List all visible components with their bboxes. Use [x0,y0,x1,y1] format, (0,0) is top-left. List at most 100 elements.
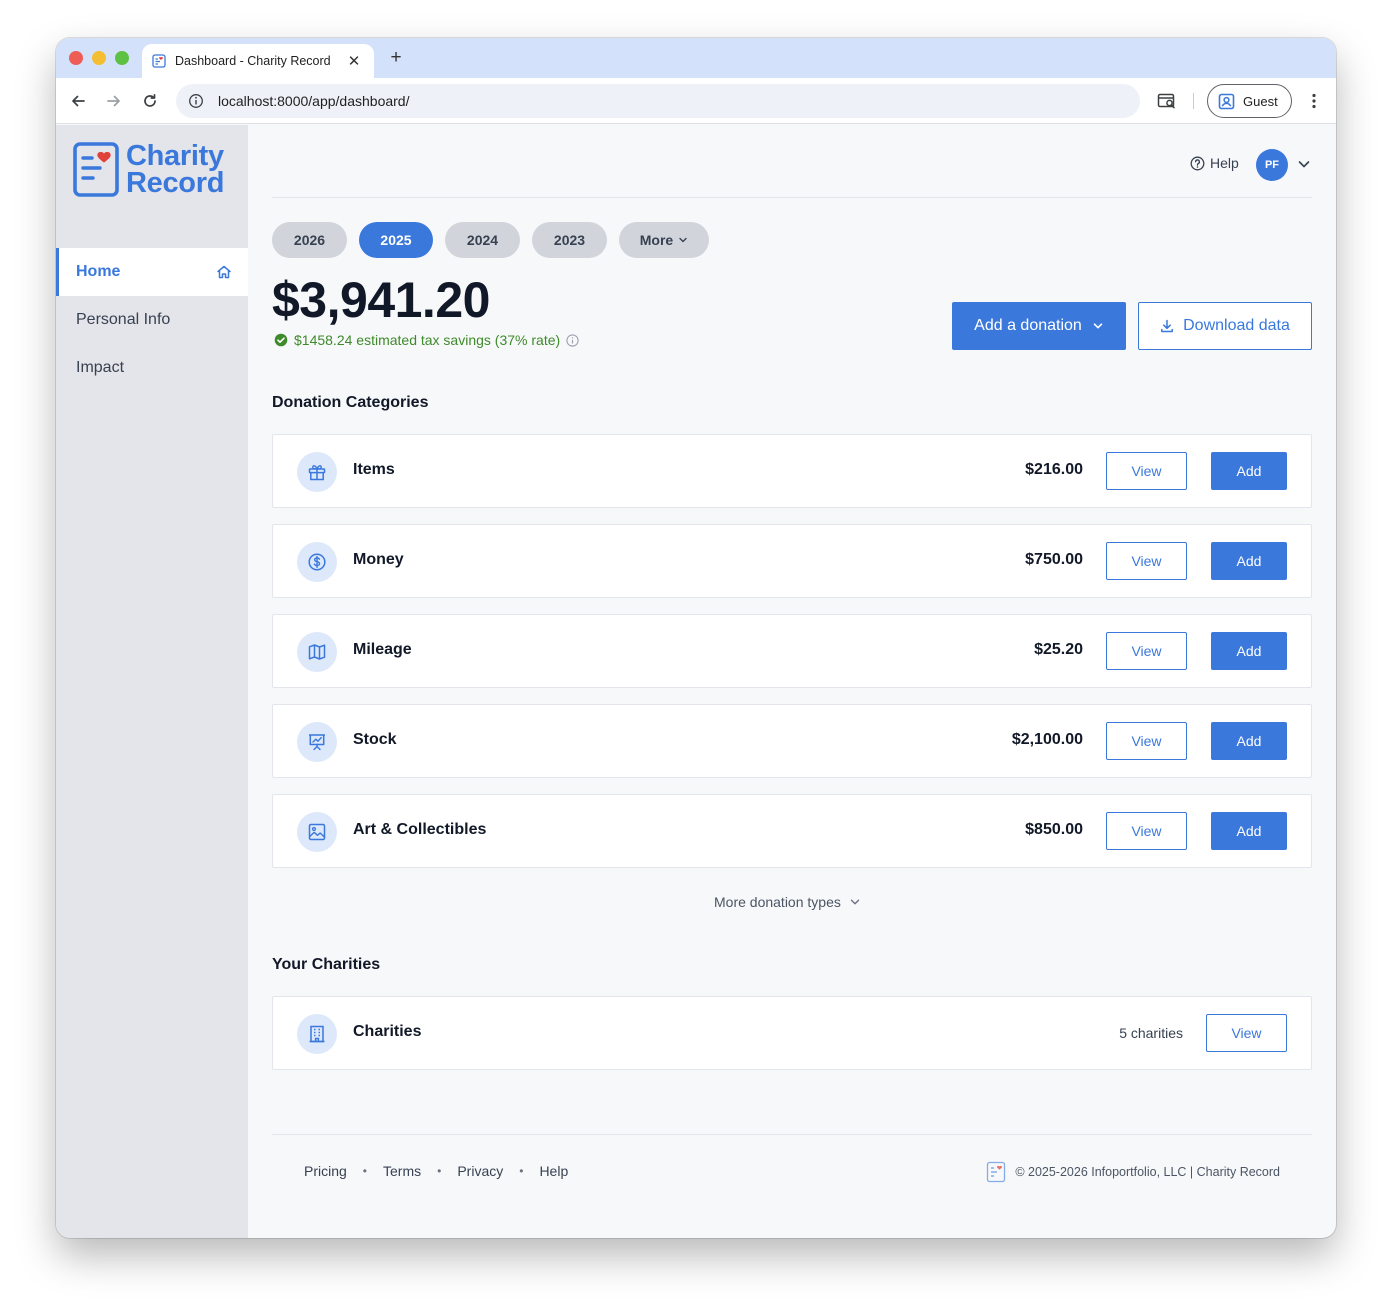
image-icon [297,812,337,852]
year-pill-2025[interactable]: 2025 [359,222,433,258]
donation-categories-title: Donation Categories [272,394,429,411]
category-amount: $850.00 [1025,821,1083,838]
category-name: Mileage [353,641,412,658]
add-stock-button[interactable]: Add [1211,722,1287,760]
address-bar[interactable]: localhost:8000/app/dashboard/ [176,84,1140,118]
download-data-label: Download data [1183,317,1290,334]
footer-separator: • [519,1164,524,1178]
category-amount: $750.00 [1025,551,1083,568]
map-icon [297,632,337,672]
arrow-left-icon [72,95,85,107]
back-button[interactable] [68,91,88,111]
footer-link-pricing[interactable]: Pricing [304,1163,347,1179]
view-money-button[interactable]: View [1106,542,1187,580]
year-pill-more[interactable]: More [619,222,709,258]
more-donation-types-toggle[interactable]: More donation types [714,894,861,910]
total-amount: $3,941.20 [272,272,490,328]
category-amount: $2,100.00 [1011,731,1083,748]
browser-menu-button[interactable] [1304,91,1324,111]
sidebar-item-home[interactable]: Home [56,248,248,296]
more-donation-types-label: More donation types [714,894,841,910]
logo-line-1: Charity [126,140,224,172]
tax-savings: $1458.24 estimated tax savings (37% rate… [274,332,579,348]
category-row-items: Items $216.00 View Add [272,434,1312,508]
year-pill-2026[interactable]: 2026 [272,222,347,258]
add-art-button[interactable]: Add [1211,812,1287,850]
minimize-window-button[interactable] [92,51,106,65]
sidebar-item-personal-info[interactable]: Personal Info [56,296,248,344]
profile-button[interactable]: Guest [1207,84,1292,118]
reload-button[interactable] [140,91,160,111]
forward-button[interactable] [104,91,124,111]
year-pill-2023[interactable]: 2023 [532,222,607,258]
category-row-art-collectibles: Art & Collectibles $850.00 View Add [272,794,1312,868]
category-name: Art & Collectibles [353,821,487,838]
chevron-down-icon [850,899,860,905]
sidebar-item-label: Home [76,263,121,280]
favicon-icon [152,54,166,68]
footer-separator: • [437,1164,442,1178]
footer-links: Pricing • Terms • Privacy • Help [304,1163,568,1179]
logo[interactable]: Charity Record [73,142,224,198]
copyright: © 2025-2026 Infoportfolio, LLC | Charity… [986,1161,1280,1183]
browser-window: Dashboard - Charity Record ✕ + localhost… [56,38,1336,1238]
download-icon [1161,319,1174,333]
site-info-icon[interactable] [188,93,204,109]
footer-link-terms[interactable]: Terms [383,1163,421,1179]
category-amount: $25.20 [1034,641,1083,658]
search-tabs-button[interactable] [1157,91,1177,111]
help-label: Help [1210,155,1239,171]
add-mileage-button[interactable]: Add [1211,632,1287,670]
category-row-stock: Stock $2,100.00 View Add [272,704,1312,778]
tab-strip: Dashboard - Charity Record ✕ + [56,38,1336,78]
footer-link-help[interactable]: Help [539,1163,568,1179]
tax-savings-text: $1458.24 estimated tax savings (37% rate… [294,332,561,348]
header-divider [272,197,1312,198]
check-circle-icon [274,333,288,347]
category-name: Stock [353,731,397,748]
year-pill-2024[interactable]: 2024 [445,222,520,258]
view-stock-button[interactable]: View [1106,722,1187,760]
category-name: Money [353,551,404,568]
chevron-down-icon[interactable] [1297,157,1311,171]
sidebar: Charity Record Home Personal Info Impact [56,125,248,1238]
view-mileage-button[interactable]: View [1106,632,1187,670]
charities-row: Charities 5 charities View [272,996,1312,1070]
tab-close-icon[interactable]: ✕ [346,52,362,70]
arrow-right-icon [107,95,120,107]
view-art-button[interactable]: View [1106,812,1187,850]
search-tabs-icon [1157,93,1175,109]
add-items-button[interactable]: Add [1211,452,1287,490]
maximize-window-button[interactable] [115,51,129,65]
view-items-button[interactable]: View [1106,452,1187,490]
building-icon [297,1014,337,1054]
your-charities-title: Your Charities [272,956,381,973]
close-window-button[interactable] [69,51,83,65]
add-money-button[interactable]: Add [1211,542,1287,580]
chevron-down-icon [1093,323,1103,329]
toolbar-divider [1193,93,1194,109]
sidebar-item-impact[interactable]: Impact [56,344,248,392]
download-data-button[interactable]: Download data [1138,302,1312,350]
copyright-text: © 2025-2026 Infoportfolio, LLC | Charity… [1015,1165,1280,1179]
avatar[interactable]: PF [1256,149,1288,181]
chart-presentation-icon [297,722,337,762]
sidebar-item-label: Impact [76,359,125,376]
help-link[interactable]: Help [1190,155,1239,171]
browser-toolbar: localhost:8000/app/dashboard/ Guest [56,78,1336,124]
info-icon[interactable] [566,333,579,347]
category-row-mileage: Mileage $25.20 View Add [272,614,1312,688]
tab-title: Dashboard - Charity Record [175,54,331,68]
reload-icon [144,93,156,107]
category-amount: $216.00 [1025,461,1083,478]
logo-small-icon [987,1161,1006,1183]
year-more-label: More [639,232,674,248]
add-donation-button[interactable]: Add a donation [952,302,1126,350]
footer-link-privacy[interactable]: Privacy [457,1163,503,1179]
chevron-down-icon [679,237,687,243]
profile-icon [1218,93,1235,109]
view-charities-button[interactable]: View [1206,1014,1287,1052]
browser-tab-active[interactable]: Dashboard - Charity Record ✕ [142,44,374,78]
new-tab-button[interactable]: + [386,47,406,69]
gift-icon [297,452,337,492]
